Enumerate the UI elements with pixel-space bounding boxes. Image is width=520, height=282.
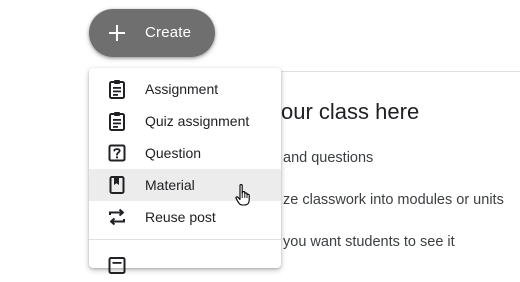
empty-state-line-3: you want students to see it [283, 234, 455, 250]
menu-divider [89, 239, 281, 240]
menu-item-assignment[interactable]: Assignment [89, 73, 281, 105]
plus-icon [109, 25, 125, 41]
topic-icon [108, 257, 126, 274]
content-divider [280, 71, 520, 72]
menu-item-label: Material [145, 177, 195, 193]
reuse-post-icon [109, 208, 125, 226]
menu-item-question[interactable]: Question [89, 137, 281, 169]
empty-state-line-1: and questions [283, 150, 374, 166]
pointer-cursor-icon [235, 184, 250, 206]
empty-state-line-2: ze classwork into modules or units [283, 192, 504, 208]
menu-item-label: Question [145, 145, 202, 161]
menu-item-quiz-assignment[interactable]: Quiz assignment [89, 105, 281, 137]
create-button[interactable]: Create [89, 9, 215, 57]
menu-item-label: Reuse post [145, 209, 216, 225]
assignment-icon [109, 80, 125, 99]
menu-item-reuse-post[interactable]: Reuse post [89, 201, 281, 233]
empty-state-title: our class here [281, 99, 420, 124]
quiz-assignment-icon [109, 112, 125, 131]
material-icon [109, 176, 125, 194]
create-menu: Assignment Quiz assignment Question Mate… [89, 68, 281, 274]
menu-item-label: Assignment [145, 81, 219, 97]
menu-item-partial[interactable] [89, 250, 281, 282]
menu-item-material[interactable]: Material [89, 169, 281, 201]
menu-item-label: Quiz assignment [145, 113, 250, 129]
question-icon [108, 144, 126, 162]
create-button-label: Create [145, 24, 192, 41]
